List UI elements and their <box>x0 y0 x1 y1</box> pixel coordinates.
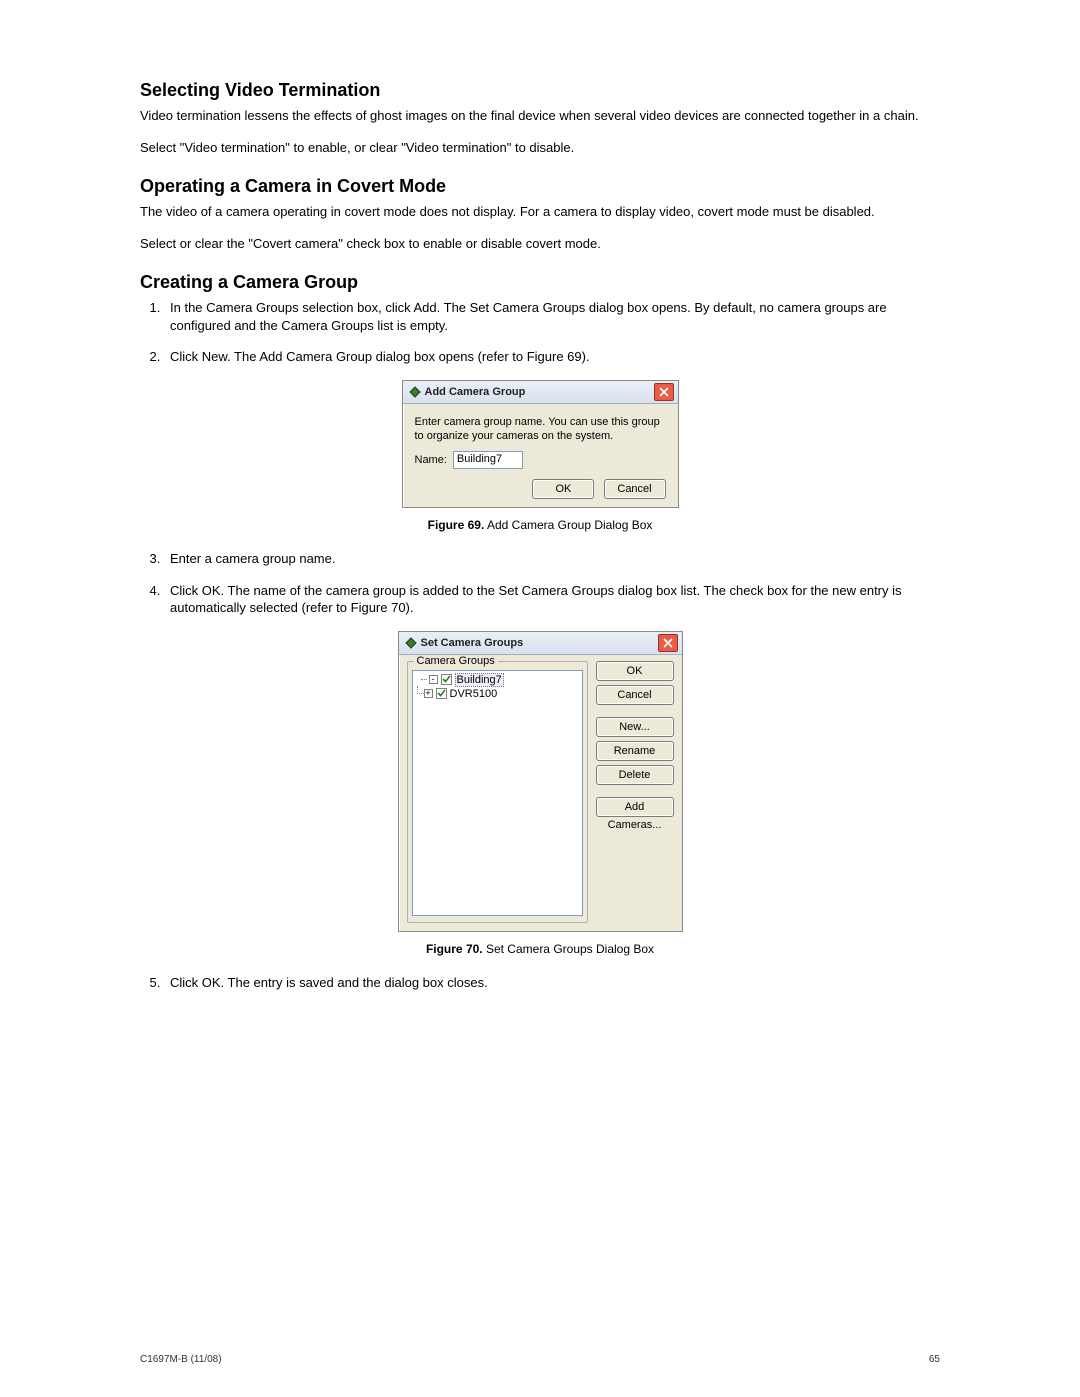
figure-caption: Figure 69. Add Camera Group Dialog Box <box>140 518 940 532</box>
step-item: Click New. The Add Camera Group dialog b… <box>164 348 940 366</box>
body-text: Video termination lessens the effects of… <box>140 107 940 125</box>
steps-list: Enter a camera group name. Click OK. The… <box>140 550 940 617</box>
add-cameras-button[interactable]: Add Cameras... <box>596 797 674 817</box>
collapse-icon[interactable]: - <box>429 675 438 684</box>
dialog-titlebar: Add Camera Group <box>403 381 678 404</box>
camera-groups-groupbox: Camera Groups - Building7 <box>407 661 588 923</box>
footer-page-number: 65 <box>929 1354 940 1365</box>
expand-icon[interactable]: + <box>424 689 433 698</box>
step-item: Enter a camera group name. <box>164 550 940 568</box>
body-text: Select or clear the "Covert camera" chec… <box>140 235 940 253</box>
groupbox-label: Camera Groups <box>414 655 498 667</box>
steps-list: Click OK. The entry is saved and the dia… <box>140 974 940 992</box>
cancel-button[interactable]: Cancel <box>604 479 666 499</box>
section-title-video-termination: Selecting Video Termination <box>140 80 940 101</box>
close-button[interactable] <box>654 383 674 401</box>
rename-button[interactable]: Rename <box>596 741 674 761</box>
step-item: Click OK. The entry is saved and the dia… <box>164 974 940 992</box>
camera-groups-list[interactable]: - Building7 + <box>412 670 583 916</box>
section-title-covert-mode: Operating a Camera in Covert Mode <box>140 176 940 197</box>
ok-button[interactable]: OK <box>596 661 674 681</box>
footer-left: C1697M-B (11/08) <box>140 1354 222 1365</box>
dialog-titlebar: Set Camera Groups <box>399 632 682 655</box>
new-button[interactable]: New... <box>596 717 674 737</box>
body-text: The video of a camera operating in cover… <box>140 203 940 221</box>
figure-69: Add Camera Group Enter camera group name… <box>140 380 940 533</box>
steps-list: In the Camera Groups selection box, clic… <box>140 299 940 366</box>
close-button[interactable] <box>658 634 678 652</box>
dialog-body: Camera Groups - Building7 <box>399 655 682 931</box>
page-footer: C1697M-B (11/08) 65 <box>140 1354 940 1365</box>
ok-button[interactable]: OK <box>532 479 594 499</box>
checkbox[interactable] <box>441 674 452 685</box>
dialog-title: Add Camera Group <box>425 386 654 398</box>
tree-item-label[interactable]: Building7 <box>455 673 504 687</box>
tree-row[interactable]: + DVR5100 <box>417 687 578 701</box>
app-icon <box>409 386 421 398</box>
dialog-title: Set Camera Groups <box>421 637 658 649</box>
set-camera-groups-dialog: Set Camera Groups Camera Groups - <box>398 631 683 932</box>
dialog-instruction: Enter camera group name. You can use thi… <box>415 416 666 444</box>
section-title-creating-camera-group: Creating a Camera Group <box>140 272 940 293</box>
tree-row[interactable]: - Building7 <box>417 673 578 687</box>
dialog-button-column: OK Cancel New... Rename Delete Add Camer… <box>588 661 674 923</box>
add-camera-group-dialog: Add Camera Group Enter camera group name… <box>402 380 679 509</box>
figure-caption: Figure 70. Set Camera Groups Dialog Box <box>140 942 940 956</box>
name-input[interactable]: Building7 <box>453 451 523 469</box>
delete-button[interactable]: Delete <box>596 765 674 785</box>
name-label: Name: <box>415 454 447 466</box>
dialog-body: Enter camera group name. You can use thi… <box>403 404 678 508</box>
figure-70: Set Camera Groups Camera Groups - <box>140 631 940 956</box>
cancel-button[interactable]: Cancel <box>596 685 674 705</box>
checkbox[interactable] <box>436 688 447 699</box>
step-item: In the Camera Groups selection box, clic… <box>164 299 940 334</box>
body-text: Select "Video termination" to enable, or… <box>140 139 940 157</box>
tree-item-label[interactable]: DVR5100 <box>450 688 498 700</box>
app-icon <box>405 637 417 649</box>
step-item: Click OK. The name of the camera group i… <box>164 582 940 617</box>
